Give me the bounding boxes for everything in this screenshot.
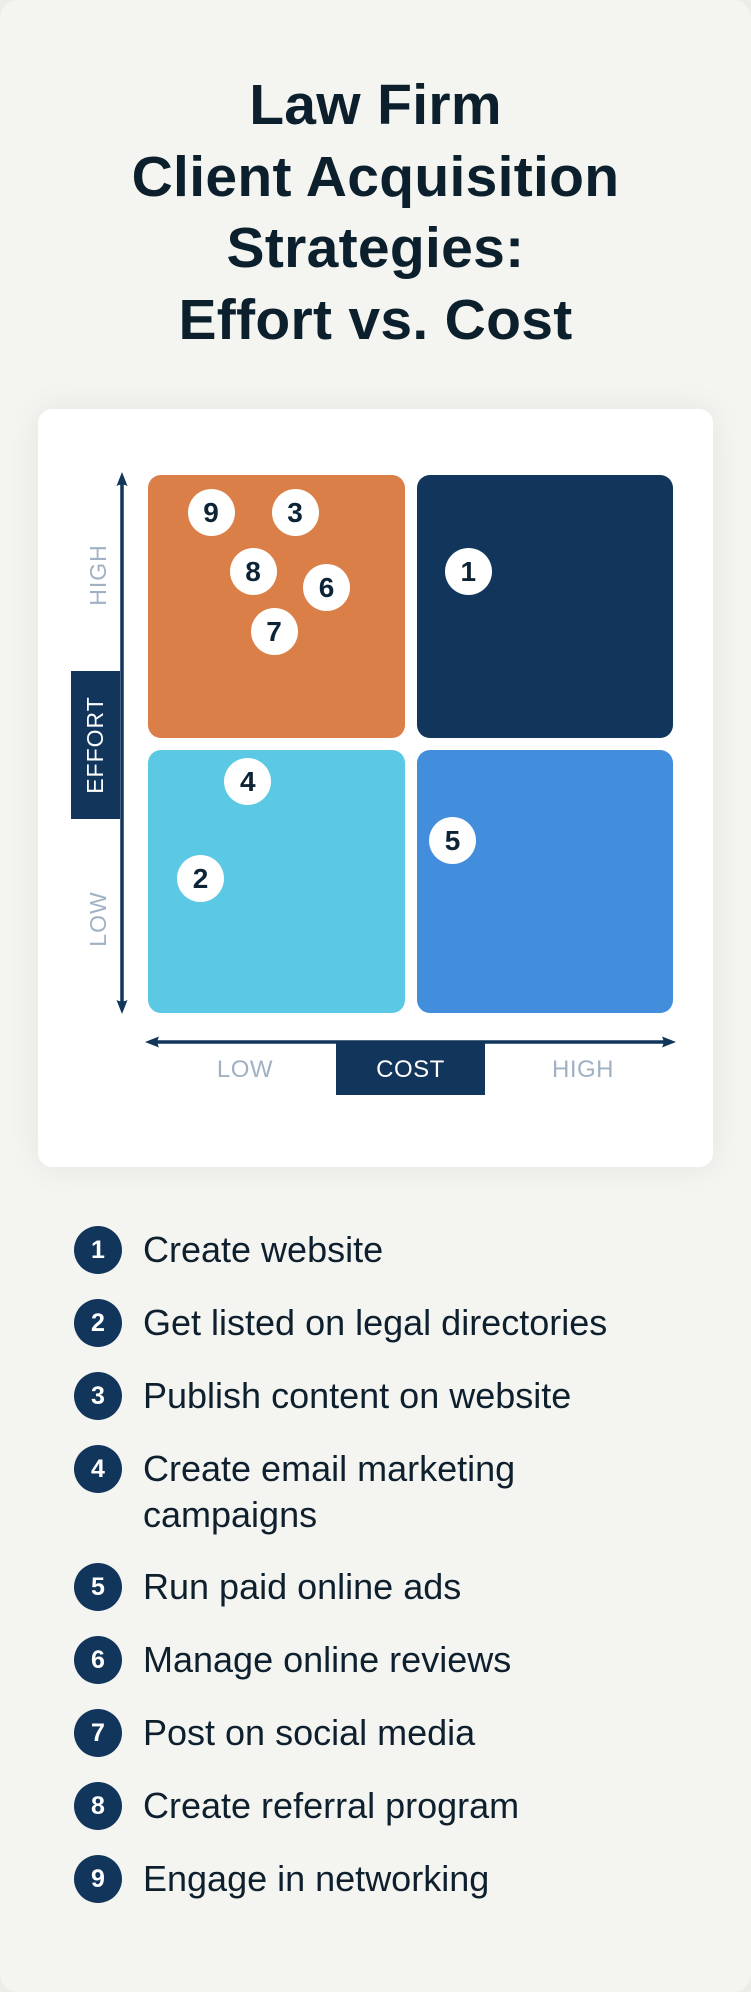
title-line: Strategies: [226, 216, 525, 280]
chart-card [38, 409, 713, 1167]
number-badge: 9 [74, 1855, 122, 1903]
strategy-legend: 1 Create website 2 Get listed on legal dire… [74, 1226, 734, 1928]
legend-item: 2 Get listed on legal directories [74, 1299, 734, 1347]
legend-item: 1 Create website [74, 1226, 734, 1274]
legend-text: Create referral program [143, 1785, 520, 1826]
title-line: Law Firm [249, 73, 502, 137]
legend-text: Get listed on legal directories [143, 1302, 608, 1343]
legend-text: Manage online reviews [143, 1639, 512, 1680]
legend-item: 3 Publish content on website [74, 1372, 734, 1420]
legend-text: Run paid online ads [143, 1566, 462, 1607]
legend-item: 5 Run paid online ads [74, 1563, 734, 1611]
legend-text: Create email marketing campaigns [143, 1448, 516, 1535]
number-badge: 5 [74, 1563, 122, 1611]
number-badge: 7 [74, 1709, 122, 1757]
legend-item: 9 Engage in networking [74, 1855, 734, 1903]
number-badge: 1 [74, 1226, 122, 1274]
number-badge: 3 [74, 1372, 122, 1420]
number-badge: 4 [74, 1445, 122, 1493]
title-line: Effort vs. Cost [178, 287, 573, 352]
legend-text: Publish content on website [143, 1375, 572, 1416]
legend-item: 8 Create referral program [74, 1782, 734, 1830]
number-badge: 6 [74, 1636, 122, 1684]
legend-item: 7 Post on social media [74, 1709, 734, 1757]
legend-text: Post on social media [143, 1712, 476, 1753]
legend-text: Create website [143, 1229, 384, 1270]
number-badge: 2 [74, 1299, 122, 1347]
page-title: Law Firm Client Acquisition Strategies: … [0, 70, 751, 356]
legend-item: 4 Create email marketing campaigns [74, 1445, 734, 1538]
legend-text: Engage in networking [143, 1858, 490, 1899]
infographic-page: Law Firm Client Acquisition Strategies: … [0, 0, 751, 1992]
legend-item: 6 Manage online reviews [74, 1636, 734, 1684]
number-badge: 8 [74, 1782, 122, 1830]
title-line: Client Acquisition [131, 144, 620, 209]
